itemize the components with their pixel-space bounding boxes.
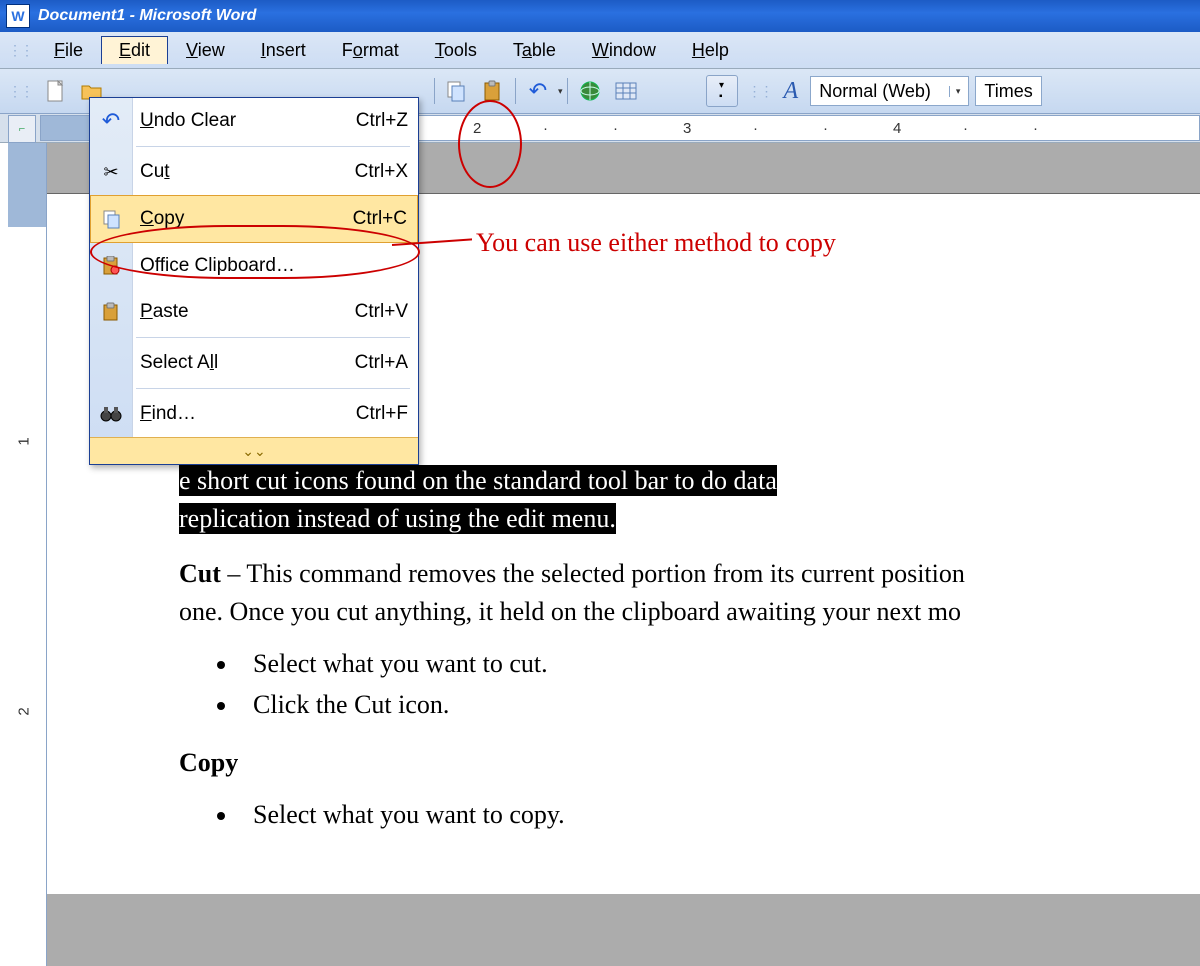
- scissors-icon: ✂: [98, 159, 124, 185]
- menu-item-undo[interactable]: ↶ Undo Clear Ctrl+Z: [90, 98, 418, 144]
- vertical-ruler[interactable]: 1 2: [8, 143, 47, 966]
- word-icon: W: [6, 4, 30, 28]
- globe-icon: [579, 80, 601, 102]
- chevron-down-icon[interactable]: ▾: [558, 86, 563, 97]
- outline-toggle[interactable]: ⌐: [8, 115, 36, 143]
- undo-button[interactable]: ↶: [522, 75, 554, 107]
- font-value: Times: [984, 81, 1032, 102]
- body-text: one. Once you cut anything, it held on t…: [179, 597, 961, 626]
- copy-steps-list: Select what you want to copy.: [239, 796, 1200, 834]
- titlebar: W Document1 - Microsoft Word: [0, 0, 1200, 32]
- selected-text[interactable]: replication instead of using the edit me…: [179, 503, 616, 534]
- separator: [434, 78, 435, 104]
- body-text: – This command removes the selected port…: [221, 559, 965, 588]
- style-icon[interactable]: A: [784, 78, 799, 105]
- heading-copy: Copy: [179, 744, 1200, 782]
- chevron-double-down-icon: ⌄⌄: [242, 443, 265, 460]
- window-title: Document1 - Microsoft Word: [38, 7, 256, 25]
- menu-view[interactable]: View: [168, 36, 243, 65]
- separator: [515, 78, 516, 104]
- shortcut: Ctrl+A: [355, 352, 408, 374]
- list-item: Select what you want to copy.: [239, 796, 1200, 834]
- cut-steps-list: Select what you want to cut. Click the C…: [239, 645, 1200, 724]
- chevron-down-icon[interactable]: ▾: [949, 86, 961, 97]
- heading-cut: Cut: [179, 559, 221, 588]
- toolbar-grip-icon: ⋮⋮: [8, 42, 32, 59]
- menu-file[interactable]: File: [36, 36, 101, 65]
- menu-item-find[interactable]: Find… Ctrl+F: [90, 391, 418, 437]
- list-item: Click the Cut icon.: [239, 686, 1200, 724]
- separator: [567, 78, 568, 104]
- tables-borders-button[interactable]: [610, 75, 642, 107]
- list-item: Select what you want to cut.: [239, 645, 1200, 683]
- style-selector[interactable]: Normal (Web) ▾: [810, 76, 969, 106]
- paste-button[interactable]: [477, 75, 509, 107]
- menu-edit[interactable]: Edit: [101, 36, 168, 64]
- toolbar-grip-icon: ⋮⋮: [8, 83, 32, 100]
- undo-icon: ↶: [98, 108, 124, 134]
- hyperlink-button[interactable]: [574, 75, 606, 107]
- menu-window[interactable]: Window: [574, 36, 674, 65]
- copy-button[interactable]: [441, 75, 473, 107]
- paste-icon: [98, 299, 124, 325]
- menu-item-copy[interactable]: Copy Ctrl+C: [90, 195, 418, 243]
- new-doc-icon: [46, 80, 66, 102]
- table-icon: [615, 82, 637, 100]
- font-selector[interactable]: Times: [975, 76, 1041, 106]
- new-button[interactable]: [40, 75, 72, 107]
- style-value: Normal (Web): [819, 81, 931, 102]
- menu-format[interactable]: Format: [324, 36, 417, 65]
- menu-help[interactable]: Help: [674, 36, 747, 65]
- shortcut: Ctrl+X: [355, 161, 408, 183]
- copy-icon: [99, 206, 125, 232]
- annotation-text: You can use either method to copy: [472, 228, 840, 258]
- menu-table[interactable]: Table: [495, 36, 574, 65]
- clipboard-icon: [98, 253, 124, 279]
- paste-icon: [482, 80, 504, 102]
- copy-icon: [446, 80, 468, 102]
- binoculars-icon: [98, 401, 124, 427]
- shortcut: Ctrl+F: [356, 403, 408, 425]
- menu-expand-button[interactable]: ⌄⌄: [90, 437, 418, 464]
- menu-item-select-all[interactable]: Select All Ctrl+A: [90, 340, 418, 386]
- selected-text[interactable]: e short cut icons found on the standard …: [179, 465, 777, 496]
- menu-item-paste[interactable]: Paste Ctrl+V: [90, 289, 418, 335]
- shortcut: Ctrl+Z: [356, 110, 408, 132]
- menu-item-office-clipboard[interactable]: Office Clipboard…: [90, 243, 418, 289]
- shortcut: Ctrl+V: [355, 301, 408, 323]
- toolbar-options-button[interactable]: ▾▪: [706, 75, 738, 107]
- edit-dropdown-menu: ↶ Undo Clear Ctrl+Z ✂ Cut Ctrl+X Copy Ct…: [89, 97, 419, 465]
- menu-item-cut[interactable]: ✂ Cut Ctrl+X: [90, 149, 418, 195]
- toolbar-grip-icon: ⋮⋮: [748, 83, 772, 100]
- menu-insert[interactable]: Insert: [243, 36, 324, 65]
- chevron-down-icon: ▾▪: [719, 80, 724, 102]
- shortcut: Ctrl+C: [353, 208, 407, 230]
- menu-tools[interactable]: Tools: [417, 36, 495, 65]
- menubar[interactable]: ⋮⋮ File Edit View Insert Format Tools Ta…: [0, 32, 1200, 69]
